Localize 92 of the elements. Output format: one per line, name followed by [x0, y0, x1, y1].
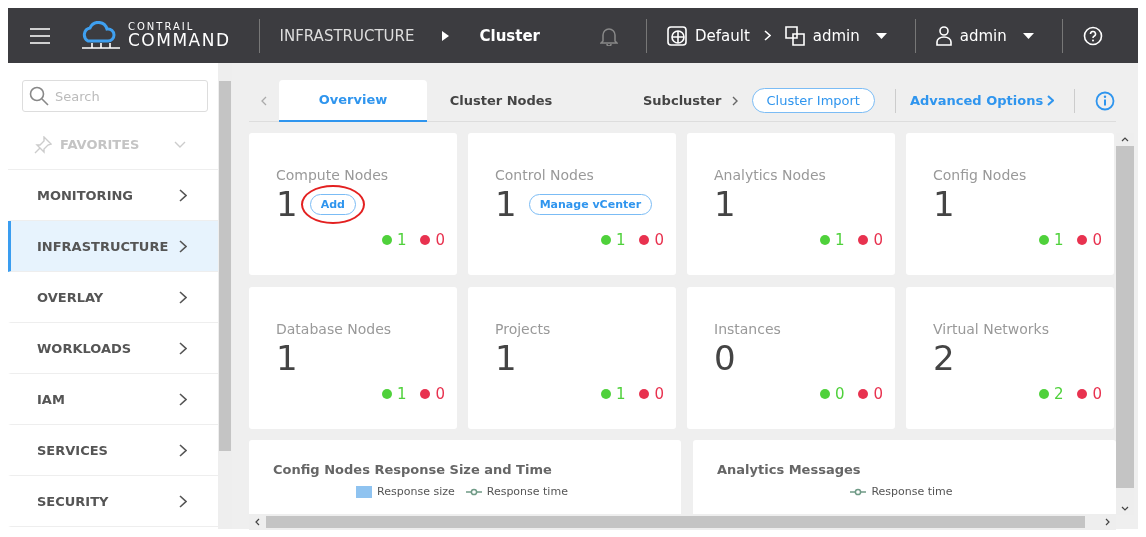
- panel-title: Config Nodes Response Size and Time: [273, 462, 553, 477]
- count-value: 1: [276, 341, 298, 375]
- chevron-down-icon[interactable]: [1121, 506, 1129, 511]
- down-count: 0: [654, 385, 664, 403]
- up-count: 1: [615, 385, 626, 403]
- down-count: 0: [435, 385, 445, 403]
- count-value: 1: [714, 187, 736, 221]
- status-dot: [600, 235, 611, 245]
- search-field[interactable]: Search: [22, 80, 208, 112]
- brand-subtitle: CONTRAIL: [128, 22, 196, 32]
- status-dot: [819, 389, 830, 399]
- legend-label: Response size: [377, 485, 455, 498]
- subcluster-label: Subcluster: [643, 93, 722, 108]
- info-icon[interactable]: [1095, 90, 1116, 111]
- chevron-right-icon: [179, 290, 187, 304]
- tab[interactable]: Cluster Nodes: [427, 79, 575, 122]
- chevron-left-icon[interactable]: [255, 518, 260, 526]
- status-dot: [381, 235, 392, 245]
- scrollbar-thumb[interactable]: [266, 516, 1085, 528]
- project-selector[interactable]: admin: [812, 26, 860, 45]
- status-dot: [1038, 389, 1049, 399]
- user-menu[interactable]: admin: [959, 26, 1007, 45]
- down-count: 0: [1092, 231, 1102, 249]
- caret-icon: [442, 30, 450, 41]
- down-count: 0: [873, 231, 883, 249]
- status-dot: [1077, 389, 1088, 399]
- status-dot: [420, 389, 431, 399]
- chevron-right-icon: [763, 30, 771, 41]
- chevron-right-icon: [179, 392, 187, 406]
- count-value: 1: [933, 187, 955, 221]
- card-title: Compute Nodes: [276, 167, 390, 183]
- count-value: 1: [276, 187, 298, 221]
- down-count: 0: [1092, 385, 1102, 403]
- user-icon: [935, 25, 952, 46]
- favorites-label: FAVORITES: [60, 137, 141, 152]
- status-dot: [600, 389, 611, 399]
- card-title: Database Nodes: [276, 321, 393, 337]
- caret-down-icon[interactable]: [1022, 32, 1034, 39]
- status-dot: [420, 235, 431, 245]
- menu-icon[interactable]: [30, 27, 50, 44]
- chevron-right-icon: [179, 341, 187, 355]
- status-dot: [1077, 235, 1088, 245]
- up-count: 1: [396, 385, 407, 403]
- up-count: 1: [834, 231, 845, 249]
- caret-down-icon[interactable]: [875, 32, 887, 39]
- up-count: 2: [1053, 385, 1064, 403]
- chevron-up-icon[interactable]: [1121, 137, 1129, 142]
- chevron-right-icon: [179, 443, 187, 457]
- panel-title: Analytics Messages: [717, 462, 862, 477]
- count-value: 2: [933, 341, 955, 375]
- count-value: 0: [714, 341, 736, 375]
- up-count: 1: [1053, 231, 1064, 249]
- chevron-right-icon[interactable]: [1105, 518, 1110, 526]
- chevron-right-icon: [731, 95, 738, 106]
- count-value: 1: [495, 341, 517, 375]
- card-title: Projects: [495, 321, 552, 337]
- chevron-right-icon: [179, 494, 187, 508]
- legend-label: Response time: [486, 485, 568, 498]
- chevron-right-icon: [179, 188, 187, 202]
- scrollbar-thumb[interactable]: [219, 81, 231, 451]
- card-title: Instances: [714, 321, 782, 337]
- pin-icon: [34, 135, 52, 154]
- down-count: 0: [435, 231, 445, 249]
- card-title: Virtual Networks: [933, 321, 1050, 337]
- bell-icon[interactable]: [600, 25, 618, 46]
- status-dot: [639, 389, 650, 399]
- up-count: 1: [396, 231, 407, 249]
- brand-name: COMMAND: [128, 32, 231, 49]
- breadcrumb-item[interactable]: INFRASTRUCTURE: [279, 26, 415, 45]
- up-count: 1: [615, 231, 626, 249]
- scrollbar[interactable]: [218, 63, 232, 529]
- down-count: 0: [654, 231, 664, 249]
- status-dot: [858, 235, 869, 245]
- legend-label: Response time: [871, 485, 953, 498]
- status-dot: [381, 389, 392, 399]
- card-title: Control Nodes: [495, 167, 595, 183]
- card-title: Config Nodes: [933, 167, 1028, 183]
- status-dot: [1038, 235, 1049, 245]
- overlapping-squares-icon: [784, 25, 805, 46]
- breadcrumb-item: Cluster: [479, 26, 540, 45]
- chevron-right-icon: [179, 239, 187, 253]
- up-count: 0: [834, 385, 845, 403]
- down-count: 0: [873, 385, 883, 403]
- globe-grid-icon: [667, 25, 687, 46]
- count-value: 1: [495, 187, 517, 221]
- status-dot: [819, 235, 830, 245]
- status-dot: [858, 389, 869, 399]
- status-dot: [639, 235, 650, 245]
- nav-item[interactable]: INFRASTRUCTURE: [8, 221, 218, 272]
- card-title: Analytics Nodes: [714, 167, 827, 183]
- help-icon[interactable]: [1082, 25, 1103, 46]
- domain-selector[interactable]: Default: [695, 26, 750, 45]
